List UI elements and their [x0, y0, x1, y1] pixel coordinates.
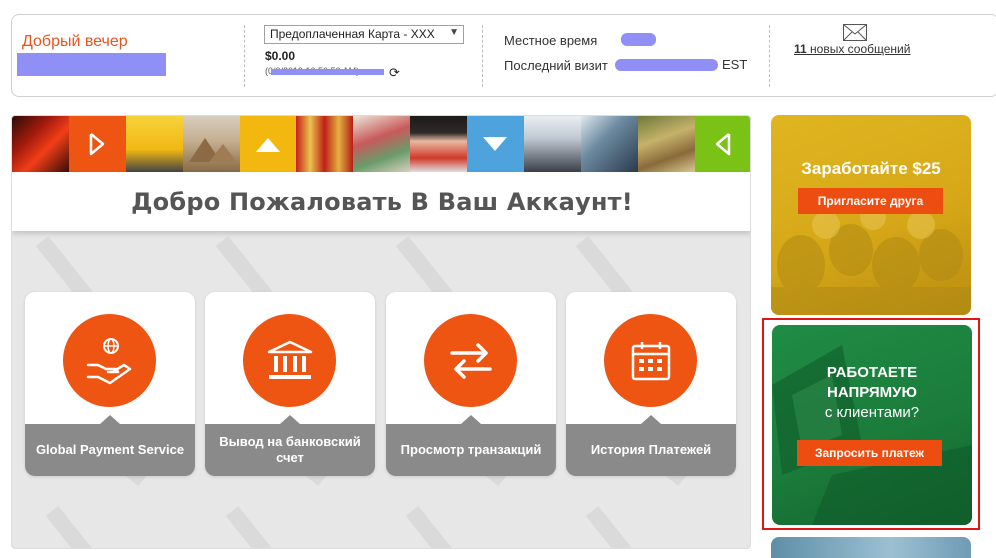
- calendar-icon: [631, 341, 670, 380]
- greeting-text: Добрый вечер: [22, 33, 128, 50]
- promo-banner-partial[interactable]: [771, 537, 971, 558]
- matryoshka-photo: [296, 116, 354, 172]
- action-circle: [243, 314, 336, 407]
- account-select[interactable]: Предоплаченная Карта - XXX ▼: [264, 25, 464, 44]
- welcome-banner: Добро Пожаловать В Ваш Аккаунт!: [12, 172, 750, 231]
- local-time-redacted: [621, 33, 656, 46]
- action-label: Вывод на банковский счет: [205, 415, 375, 476]
- action-label: Просмотр транзакций: [386, 415, 556, 476]
- taxi-photo: [125, 116, 183, 172]
- hand-globe-icon: [86, 337, 131, 384]
- last-visit-timezone: EST: [722, 57, 748, 72]
- messages-text: новых сообщений: [810, 42, 911, 56]
- welcome-panel: Добро Пожаловать В Ваш Аккаунт! Global P…: [11, 115, 751, 549]
- dropdown-arrow-icon: ▼: [449, 27, 459, 38]
- banknotes-photo: [353, 116, 411, 172]
- play-right-icon: [68, 116, 126, 172]
- local-time-label: Местное время: [504, 33, 598, 48]
- last-visit-redacted: [615, 59, 718, 71]
- global-payment-card[interactable]: Global Payment Service: [25, 292, 195, 476]
- photo-strip: [12, 116, 750, 172]
- messages-link[interactable]: 11 новых сообщений: [794, 42, 910, 56]
- currency-photo: [637, 116, 695, 172]
- refresh-icon[interactable]: ⟳: [389, 65, 400, 81]
- referral-promo-banner[interactable]: Заработайте $25 Пригласите друга: [771, 115, 971, 315]
- bank-icon: [267, 340, 312, 379]
- account-header: Добрый вечер Предоплаченная Карта - XXX …: [11, 14, 996, 97]
- action-circle: [604, 314, 697, 407]
- referral-title: Заработайте $25: [801, 159, 941, 178]
- people-photo: [771, 204, 971, 315]
- request-payment-promo-banner[interactable]: РАБОТАЕТЕ НАПРЯМУЮ с клиентами? Запросит…: [772, 325, 972, 525]
- arrow-up-icon: [239, 116, 297, 172]
- action-label: Global Payment Service: [25, 415, 195, 476]
- bank-withdrawal-card[interactable]: Вывод на банковский счет: [205, 292, 375, 476]
- transactions-card[interactable]: Просмотр транзакций: [386, 292, 556, 476]
- messages-count: 11: [794, 42, 807, 56]
- user-name-redacted: [17, 53, 166, 76]
- action-circle: [63, 314, 156, 407]
- divider: [244, 25, 245, 87]
- city-lights-photo: [12, 116, 69, 172]
- divider: [769, 25, 770, 87]
- woman-portrait-photo: [410, 116, 468, 172]
- balance-value: $0.00: [265, 49, 296, 63]
- transfer-arrows-icon: [449, 342, 492, 379]
- greeting: Добрый вечер: [22, 33, 128, 51]
- play-left-icon: [694, 116, 750, 172]
- payment-history-card[interactable]: История Платежей: [566, 292, 736, 476]
- action-label: История Платежей: [566, 415, 736, 476]
- action-circle: [424, 314, 517, 407]
- envelope-icon[interactable]: [843, 24, 867, 41]
- pyramids-photo: [182, 116, 240, 172]
- balance-timestamp-redacted: [271, 69, 384, 75]
- account-select-value: Предоплаченная Карта - XXX: [270, 27, 435, 41]
- invite-friend-button[interactable]: Пригласите друга: [798, 188, 943, 214]
- direct-line2: НАПРЯМУЮ: [827, 384, 917, 401]
- office-meeting-photo: [524, 116, 581, 172]
- page-title: Добро Пожаловать В Ваш Аккаунт!: [131, 187, 633, 216]
- arrow-down-icon: [467, 116, 525, 172]
- skyscrapers-photo: [580, 116, 638, 172]
- laptop-photo: [772, 345, 972, 525]
- request-payment-button[interactable]: Запросить платеж: [797, 440, 942, 466]
- direct-line1: РАБОТАЕТЕ: [826, 364, 918, 381]
- direct-line3: с клиентами?: [824, 404, 920, 421]
- divider: [482, 25, 483, 87]
- last-visit-label: Последний визит: [504, 58, 608, 73]
